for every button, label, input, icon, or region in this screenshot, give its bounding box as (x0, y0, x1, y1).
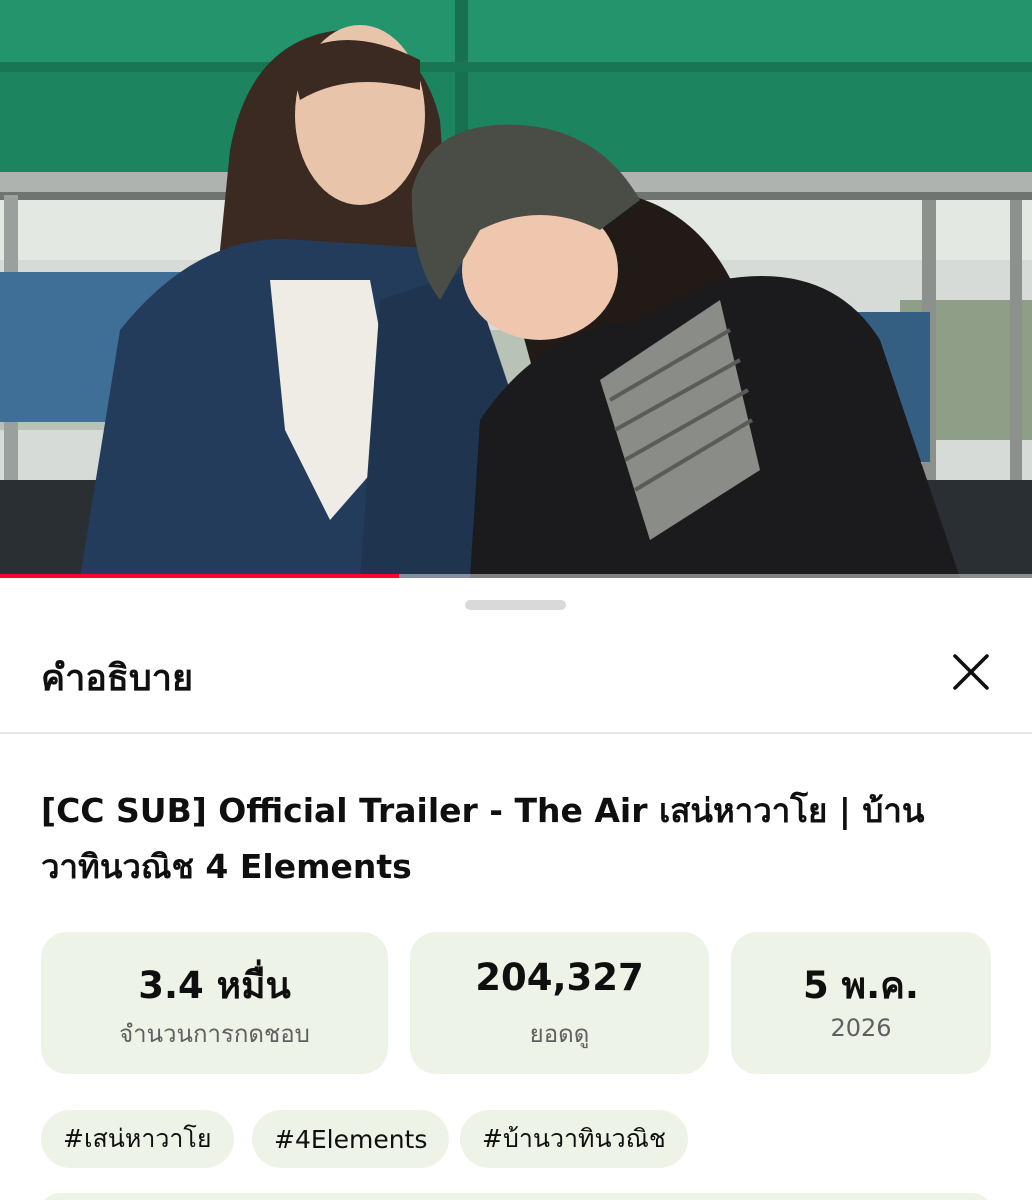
drag-handle[interactable] (465, 600, 566, 610)
progress-bar-played (0, 574, 400, 578)
likes-count: 3.4 หมื่น (138, 964, 291, 1007)
upload-year: 2026 (830, 1014, 892, 1042)
video-title: [CC SUB] Official Trailer - The Air เสน่… (41, 791, 925, 886)
video-thumbnail (0, 0, 1032, 578)
close-button[interactable] (946, 647, 996, 697)
hashtag-chip[interactable]: #บ้านวาทินวณิช (460, 1110, 688, 1168)
close-icon (953, 654, 989, 690)
video-player[interactable] (0, 0, 1032, 578)
hashtag-chip[interactable]: #4Elements (252, 1110, 450, 1168)
hashtag-chip[interactable]: #เสน่หาวาโย (41, 1110, 234, 1168)
likes-stat: 3.4 หมื่น จำนวนการกดชอบ (41, 932, 388, 1074)
views-label: ยอดดู (529, 1020, 590, 1048)
description-sheet: คำอธิบาย [CC SUB] Official Trailer - The… (0, 579, 1032, 1200)
sheet-title: คำอธิบาย (41, 658, 194, 699)
progress-bar[interactable] (0, 574, 1032, 578)
views-count: 204,327 (475, 956, 644, 999)
views-stat: 204,327 ยอดดู (410, 932, 709, 1074)
upload-date: 5 พ.ค. (803, 964, 919, 1007)
next-section-card (41, 1193, 991, 1200)
divider (0, 732, 1032, 734)
likes-label: จำนวนการกดชอบ (119, 1020, 310, 1048)
date-stat: 5 พ.ค. 2026 (731, 932, 991, 1074)
